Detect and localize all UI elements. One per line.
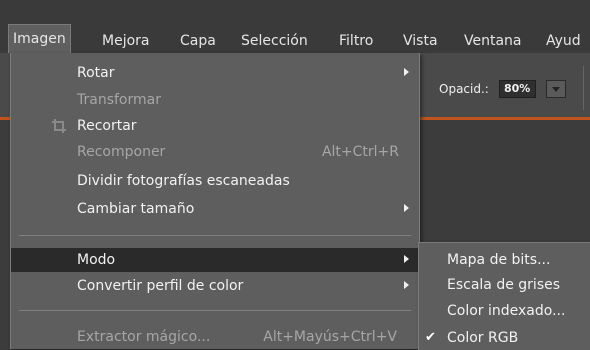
menu-item-label: Recomponer: [77, 144, 166, 160]
submenu-item-label: Color indexado...: [447, 303, 566, 319]
menu-separator: [19, 235, 411, 236]
submenu-item-escala-de-grises[interactable]: Escala de grises: [419, 273, 590, 297]
menu-ayuda[interactable]: Ayud: [546, 30, 581, 52]
menu-vista[interactable]: Vista: [403, 30, 438, 52]
menu-item-rotar[interactable]: Rotar: [11, 61, 419, 85]
menu-item-label: Recortar: [77, 118, 137, 134]
menu-separator: [19, 310, 411, 311]
menu-item-cambiar-tamano[interactable]: Cambiar tamaño: [11, 197, 419, 221]
checkmark-icon: ✔: [425, 330, 436, 345]
menu-bar: Imagen Mejora Capa Selección Filtro Vist…: [0, 0, 590, 54]
menu-item-label: Convertir perfil de color: [77, 278, 244, 294]
submenu-item-color-rgb[interactable]: ✔ Color RGB: [419, 326, 590, 350]
menu-item-label: Modo: [77, 252, 116, 268]
opacity-label: Opacid.:: [439, 82, 489, 96]
menu-item-label: Rotar: [77, 65, 115, 81]
menu-item-shortcut: Alt+Ctrl+R: [321, 144, 399, 160]
menu-item-convertir-perfil[interactable]: Convertir perfil de color: [11, 274, 419, 298]
opacity-input[interactable]: 80%: [499, 80, 536, 98]
menu-item-recomponer: Recomponer Alt+Ctrl+R: [11, 140, 419, 164]
submenu-item-label: Escala de grises: [447, 277, 561, 293]
submenu-arrow-icon: [404, 255, 409, 263]
submenu-arrow-icon: [404, 281, 409, 289]
menu-seleccion[interactable]: Selección: [241, 30, 308, 52]
submenu-item-label: Color RGB: [447, 330, 519, 346]
submenu-arrow-icon: [404, 204, 409, 212]
submenu-arrow-icon: [404, 68, 409, 76]
menu-ventana[interactable]: Ventana: [464, 30, 522, 52]
menu-filtro[interactable]: Filtro: [339, 30, 373, 52]
menu-item-dividir-fotografias[interactable]: Dividir fotografías escaneadas: [11, 169, 419, 193]
menu-item-shortcut: Alt+Mayús+Ctrl+V: [263, 329, 397, 345]
opacity-dropdown-button[interactable]: [546, 80, 566, 98]
menu-item-label: Transformar: [77, 92, 161, 108]
image-menu-dropdown: Rotar Transformar Recortar Recomponer Al…: [10, 53, 420, 349]
menu-item-modo[interactable]: Modo: [11, 248, 419, 272]
submenu-item-color-indexado[interactable]: Color indexado...: [419, 299, 590, 323]
menu-item-label: Dividir fotografías escaneadas: [77, 173, 290, 189]
menu-item-label: Extractor mágico...: [77, 329, 211, 345]
menu-item-recortar[interactable]: Recortar: [11, 114, 419, 138]
menu-item-transformar: Transformar: [11, 88, 419, 112]
menu-item-extractor-magico: Extractor mágico... Alt+Mayús+Ctrl+V: [11, 325, 419, 349]
menu-capa[interactable]: Capa: [180, 30, 216, 52]
submenu-item-label: Mapa de bits...: [447, 252, 551, 268]
toolbar-divider: [583, 66, 584, 110]
submenu-item-mapa-de-bits[interactable]: Mapa de bits...: [419, 248, 590, 272]
menu-imagen[interactable]: Imagen: [8, 24, 71, 53]
menu-mejora[interactable]: Mejora: [102, 30, 149, 52]
mode-submenu: Mapa de bits... Escala de grises Color i…: [418, 242, 590, 350]
crop-icon: [52, 119, 66, 133]
menu-item-label: Cambiar tamaño: [77, 201, 195, 217]
